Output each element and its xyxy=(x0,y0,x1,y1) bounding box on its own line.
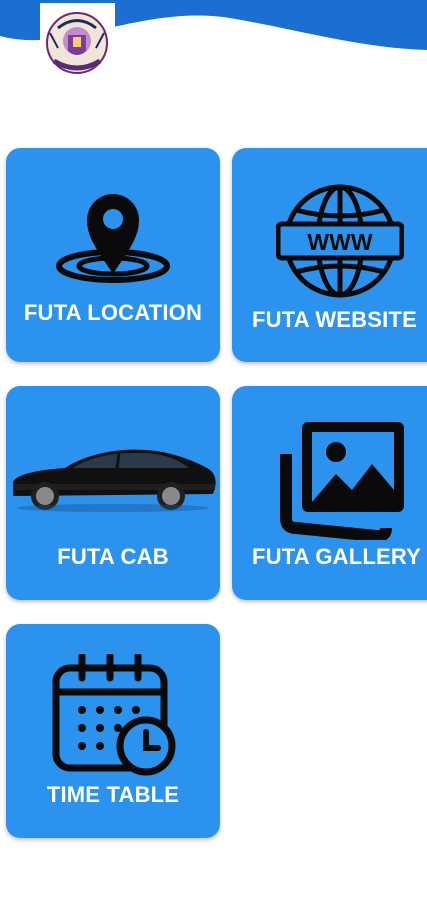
tile-label: FUTA WEBSITE xyxy=(252,307,417,332)
tile-futa-website[interactable]: WWW FUTA WEBSITE xyxy=(232,148,427,362)
www-text: WWW xyxy=(307,229,372,255)
location-pin-icon xyxy=(6,186,220,286)
home-screen: FUTA LOCATION WWW FUTA WEBSITE FUTA CAB … xyxy=(0,0,427,900)
tile-label: TIME TABLE xyxy=(46,782,180,807)
tile-time-table[interactable]: TIME TABLE xyxy=(6,624,220,838)
tile-futa-gallery[interactable]: FUTA GALLERY xyxy=(232,386,427,600)
tile-label: FUTA CAB xyxy=(57,544,169,569)
car-icon xyxy=(6,438,220,518)
globe-www-icon: WWW xyxy=(232,182,427,300)
photo-gallery-icon xyxy=(232,420,427,540)
tile-futa-cab[interactable]: FUTA CAB xyxy=(6,386,220,600)
tile-futa-location[interactable]: FUTA LOCATION xyxy=(6,148,220,362)
calendar-clock-icon xyxy=(6,654,220,778)
tile-label: FUTA GALLERY xyxy=(252,544,422,569)
university-crest-icon xyxy=(40,3,115,78)
tile-label: FUTA LOCATION xyxy=(23,300,203,325)
